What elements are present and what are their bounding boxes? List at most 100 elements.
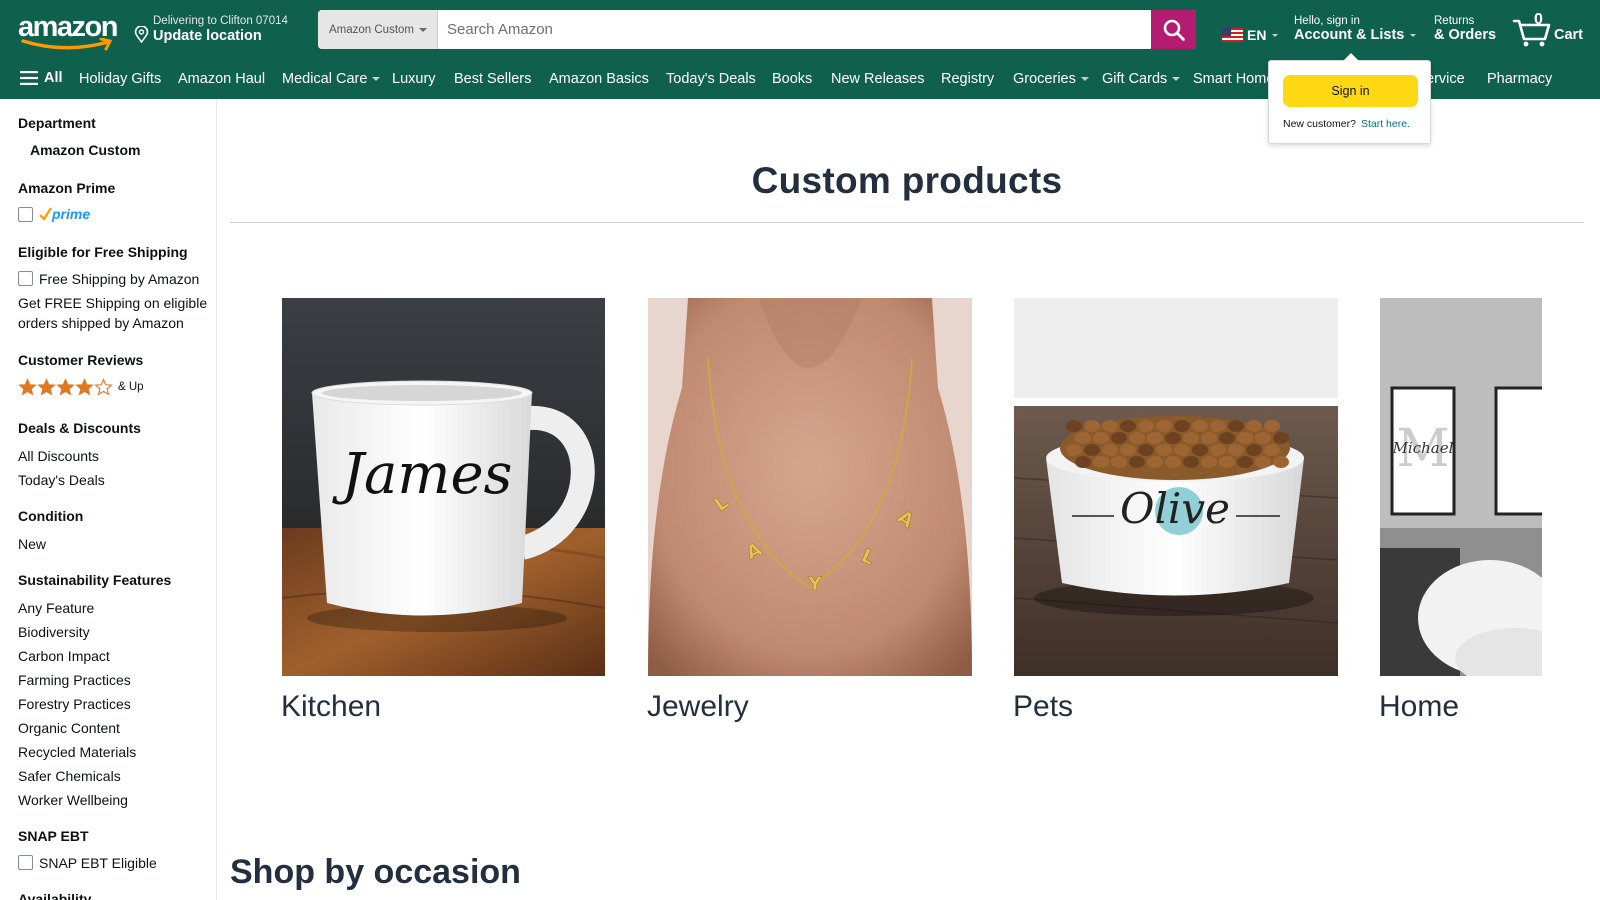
cart-button[interactable]: 0 Cart	[1512, 11, 1592, 48]
category-card-pets[interactable]: Olive	[1014, 298, 1338, 676]
kibble-piece	[1264, 420, 1280, 432]
kibble-piece	[1075, 432, 1091, 444]
kibble-piece	[1201, 456, 1217, 468]
category-label-pets[interactable]: Pets	[1013, 690, 1073, 724]
nav-item-todays-deals[interactable]: Today's Deals	[666, 71, 756, 87]
sustain-forestry-practices[interactable]: Forestry Practices	[18, 696, 131, 712]
start-here-link[interactable]: Start here.	[1361, 118, 1410, 130]
deals-all-discounts[interactable]: All Discounts	[18, 448, 99, 464]
kibble-piece	[1093, 432, 1109, 444]
language-selector[interactable]: EN	[1222, 27, 1279, 43]
kibble-piece	[1165, 456, 1181, 468]
kibble-piece	[1174, 444, 1190, 456]
nav-item-gift-cards[interactable]: Gift Cards	[1102, 71, 1181, 87]
star-filled-icon	[18, 378, 37, 396]
category-card-home[interactable]: M Michael	[1380, 298, 1542, 676]
chevron-down-icon	[1172, 77, 1181, 81]
nav-item-medical-care[interactable]: Medical Care	[282, 71, 381, 87]
signin-flyout: Sign in New customer? Start here.	[1268, 53, 1431, 144]
nav-item-smart-home[interactable]: Smart Home	[1193, 71, 1274, 87]
kibble-piece	[1228, 444, 1244, 456]
account-lists-row: Account & Lists	[1294, 27, 1417, 43]
reviews-heading: Customer Reviews	[18, 352, 144, 368]
nav-item-best-sellers[interactable]: Best Sellers	[454, 71, 531, 87]
category-label-jewelry[interactable]: Jewelry	[647, 690, 749, 724]
kibble-piece	[1237, 456, 1253, 468]
returns-orders[interactable]: Returns & Orders	[1434, 15, 1496, 43]
sustain-organic-content[interactable]: Organic Content	[18, 720, 120, 736]
cart-icon	[1512, 19, 1551, 47]
search-button[interactable]	[1151, 10, 1196, 49]
search-bar: Amazon Custom	[318, 10, 1196, 49]
free-shipping-label[interactable]: Free Shipping by Amazon	[39, 271, 199, 287]
nav-item-label: Luxury	[392, 71, 436, 87]
sustain-farming-practices[interactable]: Farming Practices	[18, 672, 131, 688]
kibble-piece	[1138, 420, 1154, 432]
kibble-piece	[1219, 432, 1235, 444]
cart-count: 0	[1534, 11, 1543, 28]
kibble-piece	[1183, 456, 1199, 468]
snap-checkbox[interactable]	[18, 855, 33, 870]
location-pin-icon	[134, 26, 149, 43]
logo-smile-icon	[21, 38, 113, 51]
prime-heading: Amazon Prime	[18, 180, 116, 196]
sustain-recycled-materials[interactable]: Recycled Materials	[18, 744, 136, 760]
shipping-note-line2: orders shipped by Amazon	[18, 315, 184, 331]
nav-item-amazon-haul[interactable]: Amazon Haul	[178, 71, 265, 87]
snap-label[interactable]: SNAP EBT Eligible	[39, 855, 157, 871]
sustain-worker-wellbeing[interactable]: Worker Wellbeing	[18, 792, 128, 808]
kibble-piece	[1174, 420, 1190, 432]
chevron-down-icon	[419, 27, 428, 32]
kibble-piece	[1129, 456, 1145, 468]
language-label: EN	[1247, 27, 1267, 43]
sustain-biodiversity[interactable]: Biodiversity	[18, 624, 90, 640]
search-scope-dropdown[interactable]: Amazon Custom	[318, 10, 438, 49]
kibble-piece	[1210, 420, 1226, 432]
four-stars-and-up-filter[interactable]: & Up	[18, 378, 144, 396]
deliver-line1: Delivering to Clifton 07014	[153, 15, 288, 27]
nav-item-pharmacy[interactable]: Pharmacy	[1487, 71, 1552, 87]
free-shipping-checkbox[interactable]	[18, 271, 33, 286]
category-label-kitchen[interactable]: Kitchen	[281, 690, 381, 724]
nav-item-luxury[interactable]: Luxury	[392, 71, 436, 87]
hamburger-menu-icon	[20, 71, 38, 85]
kibble-piece	[1192, 420, 1208, 432]
jewelry-necklace-image: LAYLA	[648, 298, 972, 676]
account-lists[interactable]: Hello, sign in Account & Lists	[1294, 15, 1417, 43]
nav-item-groceries[interactable]: Groceries	[1013, 71, 1089, 87]
nav-item-label: Groceries	[1013, 71, 1076, 87]
prime-checkbox[interactable]	[18, 207, 33, 222]
mug-name-text: James	[332, 442, 513, 507]
nav-item-holiday-gifts[interactable]: Holiday Gifts	[79, 71, 161, 87]
nav-item-customer-service[interactable]: ervice	[1426, 71, 1465, 87]
deals-todays-deals[interactable]: Today's Deals	[18, 472, 105, 488]
nav-item-label: New Releases	[831, 71, 925, 87]
sustain-any-feature[interactable]: Any Feature	[18, 600, 94, 616]
kibble-piece	[1246, 420, 1262, 432]
all-menu-button[interactable]: All	[20, 70, 63, 86]
nav-item-registry[interactable]: Registry	[941, 71, 994, 87]
category-label-home[interactable]: Home	[1379, 690, 1459, 724]
bowl-name-text: Olive	[1120, 484, 1230, 533]
availability-heading: Availability	[18, 891, 92, 900]
nav-item-amazon-basics[interactable]: Amazon Basics	[549, 71, 649, 87]
sustain-safer-chemicals[interactable]: Safer Chemicals	[18, 768, 121, 784]
category-card-jewelry[interactable]: LAYLA	[648, 298, 972, 676]
amazon-logo[interactable]: amazon	[18, 12, 118, 52]
sign-in-button[interactable]: Sign in	[1283, 75, 1418, 107]
sustain-carbon-impact[interactable]: Carbon Impact	[18, 648, 110, 664]
search-input[interactable]	[438, 10, 1151, 49]
department-heading: Department	[18, 115, 96, 131]
kibble-piece	[1084, 444, 1100, 456]
kibble-piece	[1129, 432, 1145, 444]
condition-new[interactable]: New	[18, 536, 46, 552]
nav-item-label: ervice	[1426, 71, 1465, 87]
kibble-piece	[1219, 456, 1235, 468]
department-item-amazon-custom[interactable]: Amazon Custom	[30, 142, 140, 158]
category-card-kitchen[interactable]: James	[282, 298, 605, 676]
necklace-letter: Y	[807, 573, 822, 595]
all-label: All	[44, 70, 63, 86]
kibble-piece	[1192, 444, 1208, 456]
nav-item-new-releases[interactable]: New Releases	[831, 71, 925, 87]
nav-item-books[interactable]: Books	[772, 71, 812, 87]
